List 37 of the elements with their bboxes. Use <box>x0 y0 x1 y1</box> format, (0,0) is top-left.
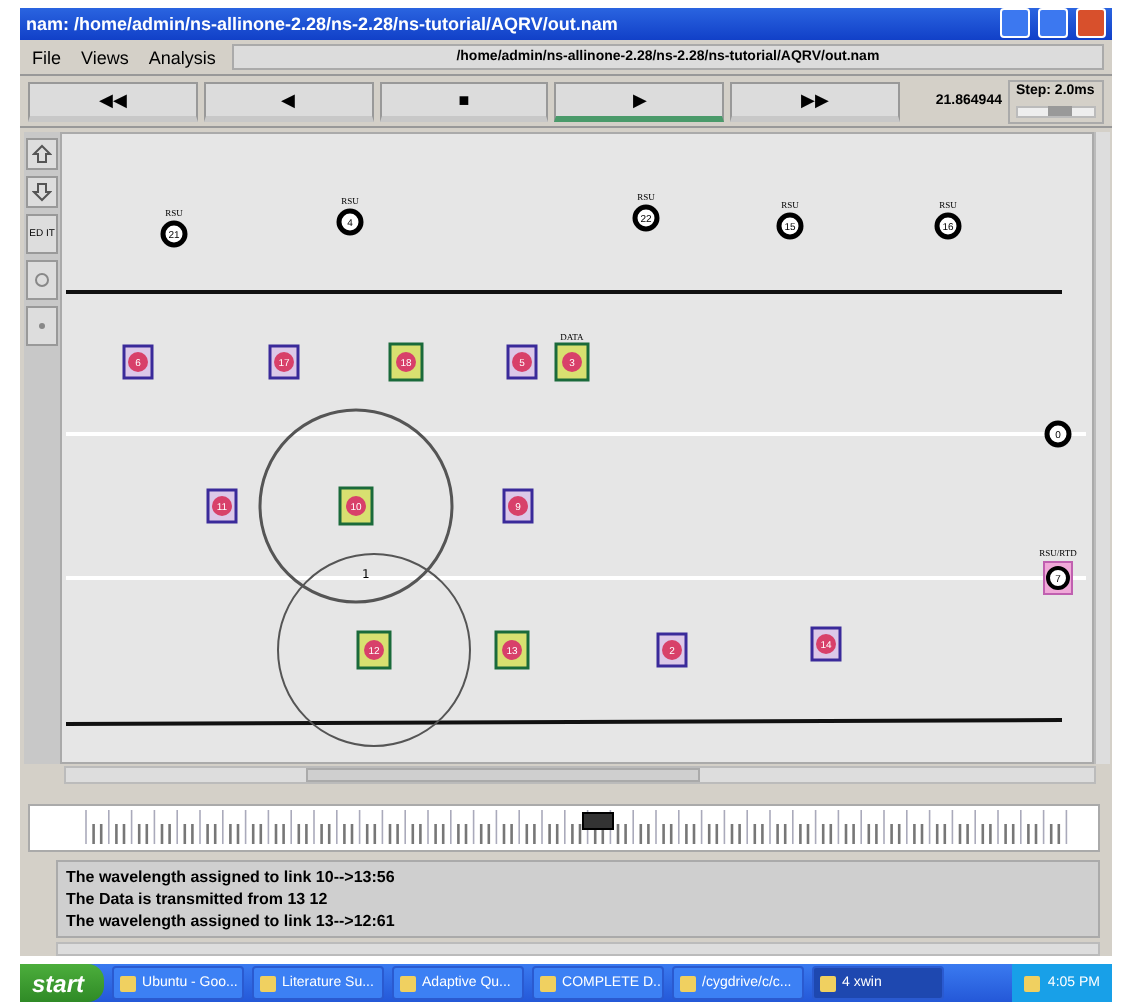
minimize-button[interactable] <box>1000 8 1030 39</box>
horizontal-scrollbar[interactable] <box>56 941 1100 956</box>
log-line: The Data is transmitted from 13 12 <box>66 887 330 910</box>
playback-button[interactable]: ■ <box>379 81 549 121</box>
menu-item[interactable]: File <box>28 45 66 69</box>
zoom-out-button[interactable] <box>26 175 58 208</box>
vertical-scrollbar[interactable] <box>1094 131 1110 764</box>
up-arrow-icon <box>32 143 52 164</box>
down-arrow-icon <box>32 181 52 202</box>
circle-tool-button[interactable] <box>26 259 58 300</box>
playback-button[interactable]: ▶ <box>554 81 725 121</box>
maximize-button[interactable] <box>1038 8 1068 39</box>
dot-tool-button[interactable] <box>26 305 58 346</box>
menu-item[interactable]: Views <box>77 45 133 69</box>
menu-item[interactable]: Analysis <box>144 45 220 69</box>
app-icon <box>400 975 417 991</box>
dot-icon <box>38 321 46 330</box>
app-icon <box>120 975 137 991</box>
zoom-in-button[interactable] <box>26 137 58 170</box>
slider-thumb[interactable] <box>1047 105 1072 115</box>
app-icon <box>540 975 557 991</box>
log-line: The wavelength assigned to link 13-->12:61 <box>66 909 397 932</box>
start-button[interactable]: start <box>20 964 105 1002</box>
app-icon <box>820 975 837 991</box>
playback-button[interactable]: ◀ <box>203 81 374 121</box>
window-title: nam: /home/admin/ns-allinone-2.28/ns-2.28/ns-tutorial/AQRV/out.nam <box>26 13 620 34</box>
tray-icon[interactable] <box>1023 975 1040 991</box>
playback-button[interactable]: ▶▶ <box>730 81 900 121</box>
log-line: The wavelength assigned to link 10-->13:56 <box>66 865 397 888</box>
circle-icon <box>34 271 50 288</box>
app-icon <box>680 975 697 991</box>
step-slider[interactable] <box>1015 105 1096 117</box>
horizontal-scrollbar[interactable] <box>64 765 1096 784</box>
close-button[interactable] <box>1076 8 1106 39</box>
timeline-slider-thumb[interactable] <box>582 811 615 830</box>
playback-button[interactable]: ◀◀ <box>28 81 198 121</box>
app-icon <box>260 975 277 991</box>
